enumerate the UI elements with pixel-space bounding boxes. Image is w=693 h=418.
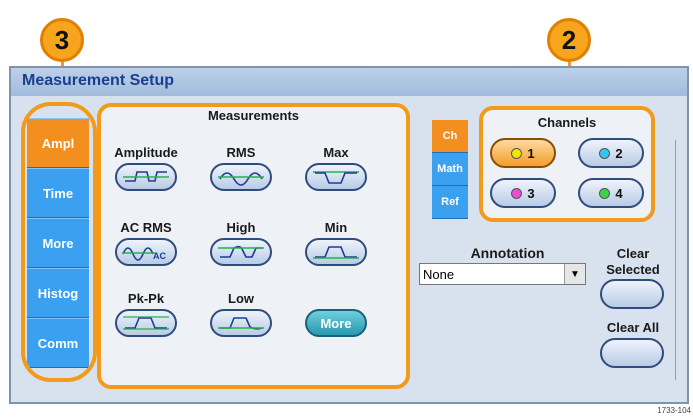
amplitude-button[interactable] xyxy=(115,163,177,191)
pk-pk-label: Pk-Pk xyxy=(127,291,165,306)
more-measurements-button[interactable]: More xyxy=(305,309,367,337)
annotation-dropdown[interactable]: None ▼ xyxy=(419,263,586,285)
rms-button[interactable] xyxy=(210,163,272,191)
channel-2-label: 2 xyxy=(615,145,623,161)
channel-4-label: 4 xyxy=(615,185,623,201)
clear-all-label: Clear All xyxy=(606,320,660,335)
rms-label: RMS xyxy=(226,145,256,160)
low-button[interactable] xyxy=(210,309,272,337)
amplitude-waveform-icon xyxy=(123,171,169,182)
window-title: Measurement Setup xyxy=(22,72,175,89)
min-waveform-icon xyxy=(313,246,359,259)
ac-rms-button[interactable]: AC xyxy=(115,238,177,266)
max-button[interactable] xyxy=(305,163,367,191)
high-waveform-icon xyxy=(218,245,264,258)
max-label: Max xyxy=(323,145,349,160)
source-tabs: Ch Math Ref xyxy=(432,120,468,219)
high-button[interactable] xyxy=(210,238,272,266)
low-label: Low xyxy=(228,291,254,306)
callout-3-highlight xyxy=(21,102,97,382)
tab-ch[interactable]: Ch xyxy=(432,120,468,153)
min-label: Min xyxy=(324,220,348,235)
channels-header: Channels xyxy=(537,115,597,130)
tab-math[interactable]: Math xyxy=(432,153,468,186)
channel-4-dot xyxy=(599,187,611,199)
ac-rms-label: AC RMS xyxy=(120,220,172,235)
channel-3-dot xyxy=(511,187,523,199)
channel-4-button[interactable]: 4 xyxy=(578,178,644,208)
callout-2: 2 xyxy=(547,18,591,62)
tab-ref[interactable]: Ref xyxy=(432,186,468,219)
ac-rms-waveform-icon: AC xyxy=(122,247,166,261)
clear-selected-label-line2: Selected xyxy=(606,262,660,277)
channel-3-label: 3 xyxy=(527,185,535,201)
annotation-label: Annotation xyxy=(470,245,545,261)
svg-text:AC: AC xyxy=(153,251,166,261)
channel-2-dot xyxy=(599,147,611,159)
pk-pk-button[interactable] xyxy=(115,309,177,337)
measurements-header: Measurements xyxy=(207,108,300,123)
right-edge-line xyxy=(675,140,676,380)
annotation-value: None xyxy=(423,266,455,282)
clear-selected-button[interactable] xyxy=(600,279,664,309)
pk-pk-waveform-icon xyxy=(123,316,169,330)
channel-1-dot xyxy=(511,147,523,159)
clear-all-button[interactable] xyxy=(600,338,664,368)
max-waveform-icon xyxy=(313,171,359,184)
min-button[interactable] xyxy=(305,238,367,266)
amplitude-label: Amplitude xyxy=(114,145,178,160)
channel-3-button[interactable]: 3 xyxy=(490,178,556,208)
callout-3: 3 xyxy=(40,18,84,62)
clear-selected-label-line1: Clear xyxy=(616,246,650,261)
channel-1-button[interactable]: 1 xyxy=(490,138,556,168)
low-waveform-icon xyxy=(218,317,264,330)
channel-2-button[interactable]: 2 xyxy=(578,138,644,168)
rms-waveform-icon xyxy=(218,172,264,186)
dropdown-arrow-icon[interactable]: ▼ xyxy=(564,264,585,284)
high-label: High xyxy=(226,220,256,235)
figure-id: 1733-104 xyxy=(657,406,691,415)
channel-1-label: 1 xyxy=(527,145,535,161)
